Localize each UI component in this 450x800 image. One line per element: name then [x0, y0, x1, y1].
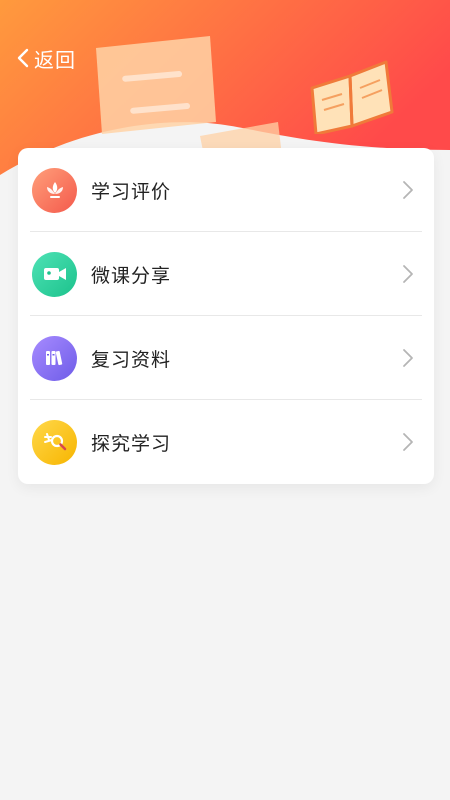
chevron-right-icon — [403, 349, 413, 367]
chevron-left-icon — [17, 48, 29, 68]
chevron-right-icon — [403, 265, 413, 283]
menu-item-label: 探究学习 — [91, 432, 172, 455]
menu-card: 学习评价 微课分享 复习资料 探究学习 — [18, 148, 434, 484]
magnifier-explore-icon — [32, 419, 77, 465]
video-camera-icon — [32, 251, 77, 297]
back-button[interactable]: 返回 — [14, 42, 76, 74]
menu-item-label: 学习评价 — [91, 180, 172, 203]
menu-item-label: 复习资料 — [91, 348, 172, 371]
chevron-right-icon — [403, 433, 413, 451]
book-illustration — [310, 60, 394, 134]
books-icon — [32, 335, 77, 381]
menu-item-inquiry-learning[interactable]: 探究学习 — [18, 400, 434, 484]
paper-illustration — [96, 36, 282, 156]
menu-item-micro-lesson-sharing[interactable]: 微课分享 — [18, 232, 434, 316]
back-label: 返回 — [34, 47, 76, 72]
menu-item-review-materials[interactable]: 复习资料 — [18, 316, 434, 400]
chevron-right-icon — [403, 181, 413, 199]
lotus-icon — [32, 167, 77, 213]
menu-item-learning-evaluation[interactable]: 学习评价 — [18, 148, 434, 232]
menu-item-label: 微课分享 — [91, 264, 172, 287]
